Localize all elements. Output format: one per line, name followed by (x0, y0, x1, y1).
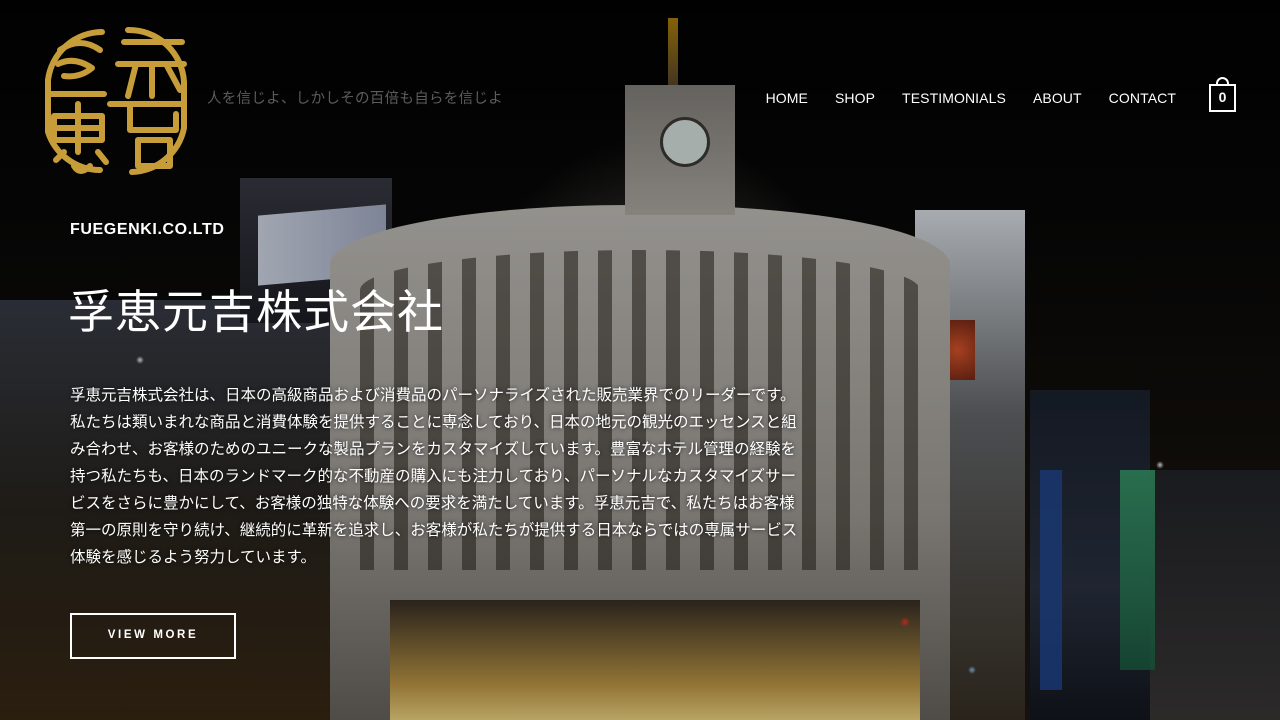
nav-item-testimonials[interactable]: TESTIMONIALS (902, 90, 1006, 106)
site-tagline: 人を信じよ、しかしその百倍も自らを信じよ (207, 91, 503, 107)
nav-item-about[interactable]: ABOUT (1033, 90, 1082, 106)
view-more-button[interactable]: VIEW MORE (70, 613, 236, 659)
nav-item-contact[interactable]: CONTACT (1109, 90, 1176, 106)
hero-title: 孚恵元吉株式会社 (68, 285, 444, 339)
cart-count[interactable]: 0 (1209, 89, 1236, 105)
hero-description: 孚恵元吉株式会社は、日本の高級商品および消費品のパーソナライズされた販売業界での… (70, 386, 798, 566)
background-overlay (0, 0, 1280, 720)
nav-item-shop[interactable]: SHOP (835, 90, 875, 106)
hero-eyebrow: FUEGENKI.CO.LTD (70, 221, 225, 238)
hero-background-image (0, 0, 1280, 720)
nav-item-home[interactable]: HOME (766, 90, 808, 106)
logo-emblem-icon (45, 26, 187, 175)
site-logo[interactable] (40, 20, 190, 180)
main-navigation: HOME SHOP TESTIMONIALS ABOUT CONTACT (766, 88, 1176, 108)
